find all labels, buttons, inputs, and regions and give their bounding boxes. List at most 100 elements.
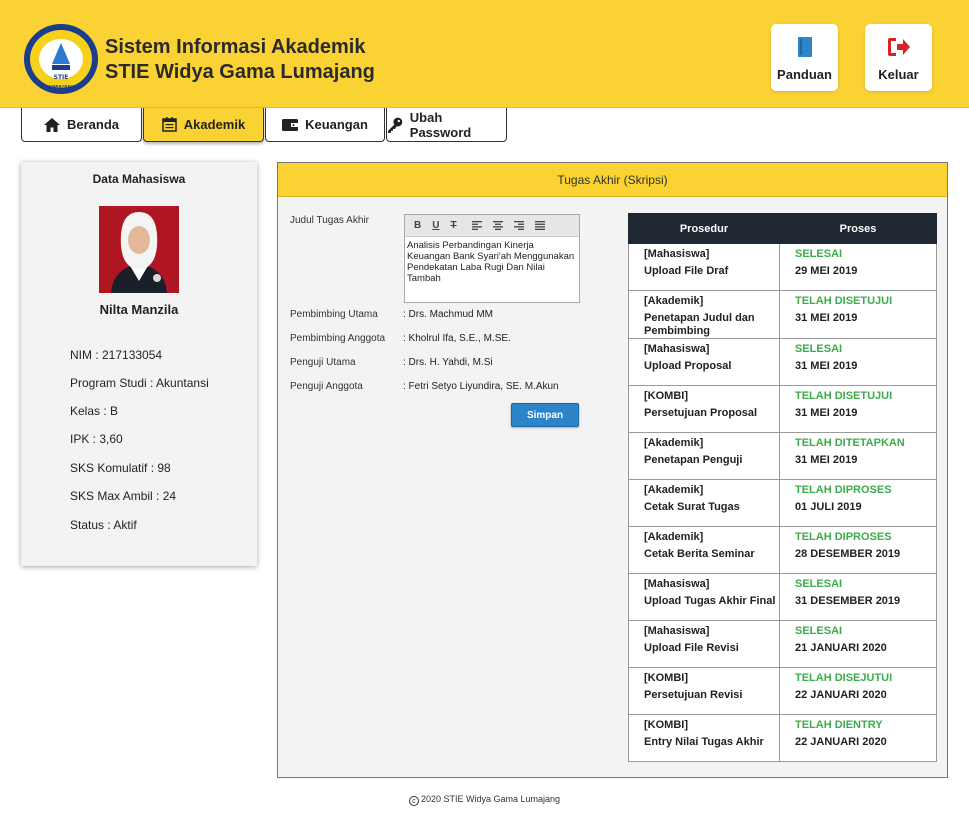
procedure-role: [Mahasiswa] xyxy=(644,625,710,637)
align-right-icon[interactable] xyxy=(513,221,524,230)
panduan-button[interactable]: Panduan xyxy=(771,24,838,91)
procedure-step: Penetapan Penguji xyxy=(644,454,743,466)
student-program: Program Studi : Akuntansi xyxy=(70,376,209,390)
student-sks-max: SKS Max Ambil : 24 xyxy=(70,489,177,503)
procedure-cell: [Mahasiswa] Upload Tugas Akhir Final xyxy=(628,573,780,621)
process-status: SELESAI xyxy=(795,625,843,637)
tab-keuangan[interactable]: Keuangan xyxy=(265,108,385,142)
footer-text: 2020 STIE Widya Gama Lumajang xyxy=(420,794,561,804)
procedure-step: Upload File Draf xyxy=(644,265,729,277)
thesis-panel: Tugas Akhir (Skripsi) Judul Tugas Akhir … xyxy=(277,162,948,778)
underline-button[interactable]: U xyxy=(432,220,439,231)
process-status: TELAH DISETUJUI xyxy=(795,295,893,307)
procedure-role: [Akademik] xyxy=(644,531,704,543)
process-cell: SELESAI 31 MEI 2019 xyxy=(779,338,937,386)
procedure-role: [Akademik] xyxy=(644,295,704,307)
pembimbing-utama-value: : Drs. Machmud MM xyxy=(403,309,494,320)
keluar-button[interactable]: Keluar xyxy=(865,24,932,91)
process-date: 29 MEI 2019 xyxy=(795,265,858,277)
procedure-step: Upload Proposal xyxy=(644,360,732,372)
procedure-cell: [KOMBI] Persetujuan Revisi xyxy=(628,667,780,715)
judul-editor[interactable]: B U T Analisis Perbandingan Kinerja Keua… xyxy=(404,214,580,303)
procedure-cell: [Akademik] Cetak Surat Tugas xyxy=(628,479,780,527)
align-left-icon[interactable] xyxy=(471,221,482,230)
procedure-role: [Mahasiswa] xyxy=(644,343,710,355)
process-cell: SELESAI 21 JANUARI 2020 xyxy=(779,620,937,668)
process-status: TELAH DISETUJUI xyxy=(795,390,893,402)
table-row: [Akademik] Penetapan Penguji TELAH DITETAP… xyxy=(628,432,937,480)
campus-logo: STIE LUMAJANG xyxy=(24,24,98,94)
procedure-cell: [KOMBI] Entry Nilai Tugas Akhir xyxy=(628,714,780,762)
process-date: 31 DESEMBER 2019 xyxy=(795,595,901,607)
student-card: Data Mahasiswa Nilta Manzila NIM : 21713… xyxy=(21,162,257,566)
table-row: [Mahasiswa] Upload File Draf SELESAI 29 MEI… xyxy=(628,243,937,291)
align-center-icon[interactable] xyxy=(492,221,503,230)
process-status: SELESAI xyxy=(795,248,843,260)
judul-text[interactable]: Analisis Perbandingan Kinerja Keuangan B… xyxy=(405,237,579,287)
bold-button[interactable]: B xyxy=(414,220,421,231)
procedure-step: Entry Nilai Tugas Akhir xyxy=(644,736,764,748)
procedure-step: Upload Tugas Akhir Final xyxy=(644,595,776,607)
copyright-icon: c xyxy=(408,796,419,806)
tab-keuangan-label: Keuangan xyxy=(305,117,368,132)
table-row: [KOMBI] Persetujuan Proposal TELAH DISETUJ… xyxy=(628,385,937,433)
app-title-line1: Sistem Informasi Akademik xyxy=(105,36,366,58)
process-cell: TELAH DISEJUTUI 22 JANUARI 2020 xyxy=(779,667,937,715)
procedure-cell: [Akademik] Penetapan Judul dan Pembimbing xyxy=(628,290,780,339)
process-cell: TELAH DISETUJUI 31 MEI 2019 xyxy=(779,385,937,433)
table-row: [Akademik] Penetapan Judul dan Pembimbing… xyxy=(628,290,937,339)
tab-beranda[interactable]: Beranda xyxy=(21,108,142,142)
process-date: 31 MEI 2019 xyxy=(795,360,858,372)
app-root: STIE LUMAJANG Sistem Informasi Akademik … xyxy=(0,0,969,820)
process-cell: TELAH DITETAPKAN 31 MEI 2019 xyxy=(779,432,937,480)
header-proses: Proses xyxy=(779,213,937,244)
table-row: [KOMBI] Entry Nilai Tugas Akhir TELAH DIEN… xyxy=(628,714,937,762)
procedure-cell: [Mahasiswa] Upload File Revisi xyxy=(628,620,780,668)
process-date: 31 MEI 2019 xyxy=(795,312,858,324)
table-row: [Mahasiswa] Upload Tugas Akhir Final SELES… xyxy=(628,573,937,621)
footer: c 2020 STIE Widya Gama Lumajang xyxy=(0,794,969,806)
table-row: [Akademik] Cetak Surat Tugas TELAH DIPROSE… xyxy=(628,479,937,527)
procedure-role: [Mahasiswa] xyxy=(644,248,710,260)
svg-text:LUMAJANG: LUMAJANG xyxy=(46,85,76,91)
process-status: TELAH DIENTRY xyxy=(795,719,883,731)
tab-ubah-password[interactable]: Ubah Password xyxy=(386,108,507,142)
pembimbing-utama-label: Pembimbing Utama xyxy=(290,309,378,320)
student-ipk: IPK : 3,60 xyxy=(70,432,123,446)
student-kelas: Kelas : B xyxy=(70,404,119,418)
home-icon xyxy=(43,117,60,132)
app-title-line2: STIE Widya Gama Lumajang xyxy=(105,61,375,83)
procedure-step: Persetujuan Proposal xyxy=(644,407,758,419)
align-justify-icon[interactable] xyxy=(534,221,545,230)
process-date: 01 JULI 2019 xyxy=(795,501,862,513)
procedure-role: [KOMBI] xyxy=(644,672,688,684)
student-name: Nilta Manzila xyxy=(99,302,179,317)
panduan-label: Panduan xyxy=(777,67,832,82)
procedure-cell: [Akademik] Cetak Berita Seminar xyxy=(628,526,780,574)
app-title: Sistem Informasi Akademik STIE Widya Gam… xyxy=(105,35,375,85)
pembimbing-anggota-value: : Kholrul Ifa, S.E., M.SE. xyxy=(403,333,511,344)
header-prosedur: Prosedur xyxy=(628,213,780,244)
procedure-step: Penetapan Judul dan Pembimbing xyxy=(644,312,755,337)
procedure-cell: [KOMBI] Persetujuan Proposal xyxy=(628,385,780,433)
process-date: 22 JANUARI 2020 xyxy=(795,689,887,701)
procedure-cell: [Akademik] Penetapan Penguji xyxy=(628,432,780,480)
table-row: [Akademik] Cetak Berita Seminar TELAH DIPR… xyxy=(628,526,937,574)
sign-out-icon xyxy=(887,38,910,56)
procedure-step: Cetak Berita Seminar xyxy=(644,548,755,560)
pembimbing-anggota-label: Pembimbing Anggota xyxy=(290,333,386,344)
penguji-utama-value: : Drs. H. Yahdi, M.Si xyxy=(403,357,493,368)
strikethrough-button[interactable]: T xyxy=(450,220,456,231)
process-status: TELAH DITETAPKAN xyxy=(795,437,905,449)
process-date: 28 DESEMBER 2019 xyxy=(795,548,901,560)
procedure-step: Upload File Revisi xyxy=(644,642,739,654)
process-status: TELAH DISEJUTUI xyxy=(795,672,893,684)
save-button[interactable]: Simpan xyxy=(511,403,579,427)
procedure-table: Prosedur Proses [Mahasiswa] Upload File D… xyxy=(628,213,937,762)
book-icon xyxy=(797,37,812,57)
procedure-role: [Mahasiswa] xyxy=(644,578,710,590)
process-status: SELESAI xyxy=(795,343,843,355)
tab-akademik[interactable]: Akademik xyxy=(143,108,264,142)
tab-ubah-password-label: Ubah Password xyxy=(409,109,472,140)
process-cell: TELAH DIPROSES 28 DESEMBER 2019 xyxy=(779,526,937,574)
